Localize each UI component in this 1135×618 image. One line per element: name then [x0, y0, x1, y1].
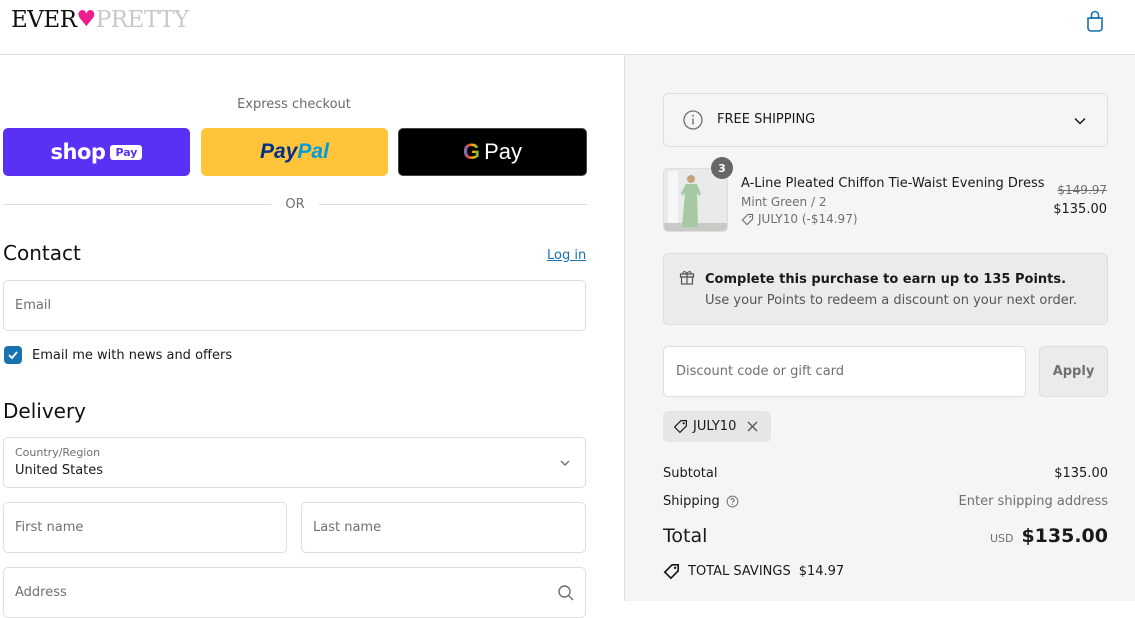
shop-pay-button[interactable]: shop Pay [3, 128, 190, 176]
express-checkout-label: Express checkout [237, 97, 351, 112]
total-row: Total USD $135.00 [663, 525, 1108, 547]
checkmark-icon [8, 351, 18, 360]
currency-code: USD [989, 532, 1014, 545]
logo-text-pretty: PRETTY [95, 7, 189, 33]
product-variant: Mint Green / 2 [741, 195, 827, 209]
subtotal-label: Subtotal [663, 466, 718, 481]
google-g-icon: G [462, 139, 481, 164]
shop-pay-word: shop [50, 140, 106, 164]
order-summary: FREE SHIPPING 3 A-Line Pleated Chiffon T… [624, 55, 1135, 601]
shipping-row: Shipping Enter shipping address [663, 494, 1108, 509]
applied-discount-chip: JULY10 [663, 411, 771, 442]
points-banner: Complete this purchase to earn up to 135… [663, 253, 1108, 325]
help-icon[interactable] [726, 495, 739, 508]
google-pay-button[interactable]: G Pay [398, 128, 587, 176]
last-name-field[interactable]: Last name [301, 502, 586, 553]
newsletter-checkbox[interactable] [4, 346, 22, 364]
quantity-badge: 3 [711, 157, 733, 179]
logo-text-ever: EVER [11, 7, 77, 33]
total-savings: TOTAL SAVINGS $14.97 [663, 563, 844, 580]
site-header: EVER ♥ PRETTY [0, 0, 1135, 55]
contact-heading: Contact [3, 241, 81, 265]
applied-code: JULY10 [693, 419, 737, 434]
discount-code-placeholder: Discount code or gift card [676, 364, 845, 379]
original-price: $149.97 [1057, 183, 1107, 197]
newsletter-label: Email me with news and offers [32, 348, 233, 363]
divider-line [3, 203, 272, 205]
remove-code-icon[interactable] [747, 421, 758, 432]
email-field[interactable]: Email [3, 280, 586, 331]
savings-tag-icon [663, 563, 680, 580]
paypal-button[interactable]: Pay Pal [201, 128, 388, 176]
info-icon [683, 110, 703, 130]
country-select[interactable]: Country/Region United States [3, 437, 586, 488]
apply-button[interactable]: Apply [1039, 346, 1108, 397]
search-icon [558, 585, 574, 601]
discount-code-input[interactable]: Discount code or gift card [663, 346, 1026, 397]
shipping-label: Shipping [663, 494, 720, 509]
chevron-down-icon [1074, 117, 1086, 125]
address-field[interactable]: Address [3, 567, 586, 618]
discounted-price: $135.00 [1053, 202, 1107, 217]
subtotal-value: $135.00 [1054, 466, 1108, 481]
savings-label: TOTAL SAVINGS [688, 564, 791, 579]
checkout-form: Express checkout shop Pay Pay Pal G Pay O… [0, 55, 624, 618]
tag-icon [741, 213, 754, 225]
or-label: OR [285, 196, 305, 212]
savings-value: $14.97 [798, 564, 845, 579]
product-discount-text: JULY10 (-$14.97) [758, 212, 858, 226]
product-name: A-Line Pleated Chiffon Tie-Waist Evening… [741, 176, 1045, 191]
or-divider: OR [3, 195, 588, 213]
country-label: Country/Region [15, 446, 101, 459]
login-link[interactable]: Log in [547, 248, 586, 263]
country-value: United States [15, 463, 104, 478]
shipping-value: Enter shipping address [958, 494, 1108, 509]
product-discount: JULY10 (-$14.97) [741, 212, 858, 226]
subtotal-row: Subtotal $135.00 [663, 466, 1108, 481]
tag-icon [673, 420, 687, 434]
shopping-bag-icon[interactable] [1084, 9, 1106, 33]
everpretty-logo[interactable]: EVER ♥ PRETTY [11, 7, 189, 33]
last-name-placeholder: Last name [313, 520, 382, 535]
shipping-banner-toggle[interactable]: FREE SHIPPING [663, 93, 1108, 147]
first-name-field[interactable]: First name [3, 502, 287, 553]
address-placeholder: Address [15, 585, 67, 600]
paypal-word-2: Pal [297, 140, 329, 163]
total-value: $135.00 [1021, 525, 1108, 547]
heart-icon: ♥ [76, 7, 97, 32]
shop-pay-chip: Pay [110, 144, 143, 160]
free-shipping-text: FREE SHIPPING [717, 112, 816, 127]
gift-icon [679, 271, 695, 285]
google-pay-word: Pay [484, 139, 523, 164]
email-placeholder: Email [15, 298, 52, 313]
total-label: Total [663, 525, 708, 547]
points-subtext: Use your Points to redeem a discount on … [705, 293, 1078, 308]
delivery-heading: Delivery [3, 399, 87, 423]
first-name-placeholder: First name [15, 520, 84, 535]
points-headline: Complete this purchase to earn up to 135… [705, 272, 1067, 287]
divider-line [318, 203, 588, 205]
paypal-word-1: Pay [260, 140, 298, 163]
chevron-down-icon [560, 460, 570, 466]
